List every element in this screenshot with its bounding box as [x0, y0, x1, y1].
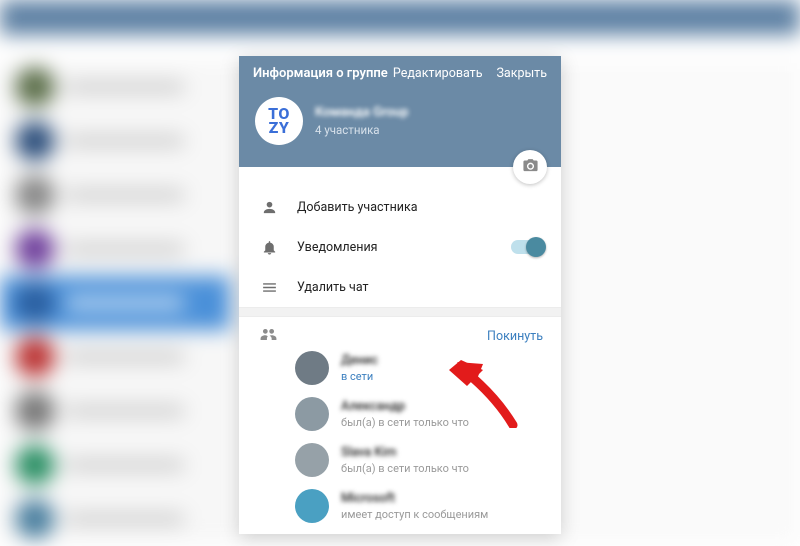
notifications-row: Уведомления	[239, 227, 561, 267]
member-name: Александр	[341, 399, 469, 414]
group-avatar[interactable]: TO ZY	[255, 97, 303, 145]
member-avatar	[295, 351, 329, 385]
leave-group-link[interactable]: Покинуть	[487, 329, 543, 344]
member-name: Денис	[341, 353, 378, 368]
group-members-count: 4 участника	[315, 123, 408, 137]
bell-icon	[259, 239, 279, 256]
member-status: в сети	[341, 370, 378, 383]
change-photo-button[interactable]	[513, 150, 547, 184]
notifications-toggle[interactable]	[511, 240, 543, 254]
dialog-title: Информация о группе	[253, 66, 388, 81]
delete-chat-label: Удалить чат	[297, 280, 543, 295]
camera-icon	[522, 157, 539, 178]
edit-button[interactable]: Редактировать	[393, 66, 483, 81]
member-name: Slava Kim	[341, 445, 469, 460]
member-status: был(а) в сети только что	[341, 462, 469, 475]
member-row[interactable]: Денис в сети	[239, 345, 561, 391]
member-avatar	[295, 443, 329, 477]
member-status: имеет доступ к сообщениям	[341, 508, 488, 521]
delete-chat-button[interactable]: Удалить чат	[239, 267, 561, 307]
notifications-label: Уведомления	[297, 240, 493, 255]
dialog-header: Информация о группе Редактировать Закрыт…	[239, 56, 561, 167]
close-button[interactable]: Закрыть	[496, 66, 547, 81]
section-divider	[239, 307, 561, 317]
people-icon	[259, 325, 278, 348]
group-info-dialog: Информация о группе Редактировать Закрыт…	[239, 56, 561, 534]
member-name: Microsoft	[341, 491, 488, 506]
member-status: был(а) в сети только что	[341, 416, 469, 429]
members-section: Покинуть Денис в сети Александр был(а) в се…	[239, 317, 561, 529]
member-row[interactable]: Microsoft имеет доступ к сообщениям	[239, 483, 561, 529]
person-icon	[259, 199, 279, 216]
add-member-button[interactable]: Добавить участника	[239, 187, 561, 227]
member-avatar	[295, 489, 329, 523]
add-member-label: Добавить участника	[297, 200, 543, 215]
member-avatar	[295, 397, 329, 431]
member-row[interactable]: Slava Kim был(а) в сети только что	[239, 437, 561, 483]
member-row[interactable]: Александр был(а) в сети только что	[239, 391, 561, 437]
menu-lines-icon	[259, 279, 279, 296]
group-name: Команда Group	[315, 105, 408, 120]
